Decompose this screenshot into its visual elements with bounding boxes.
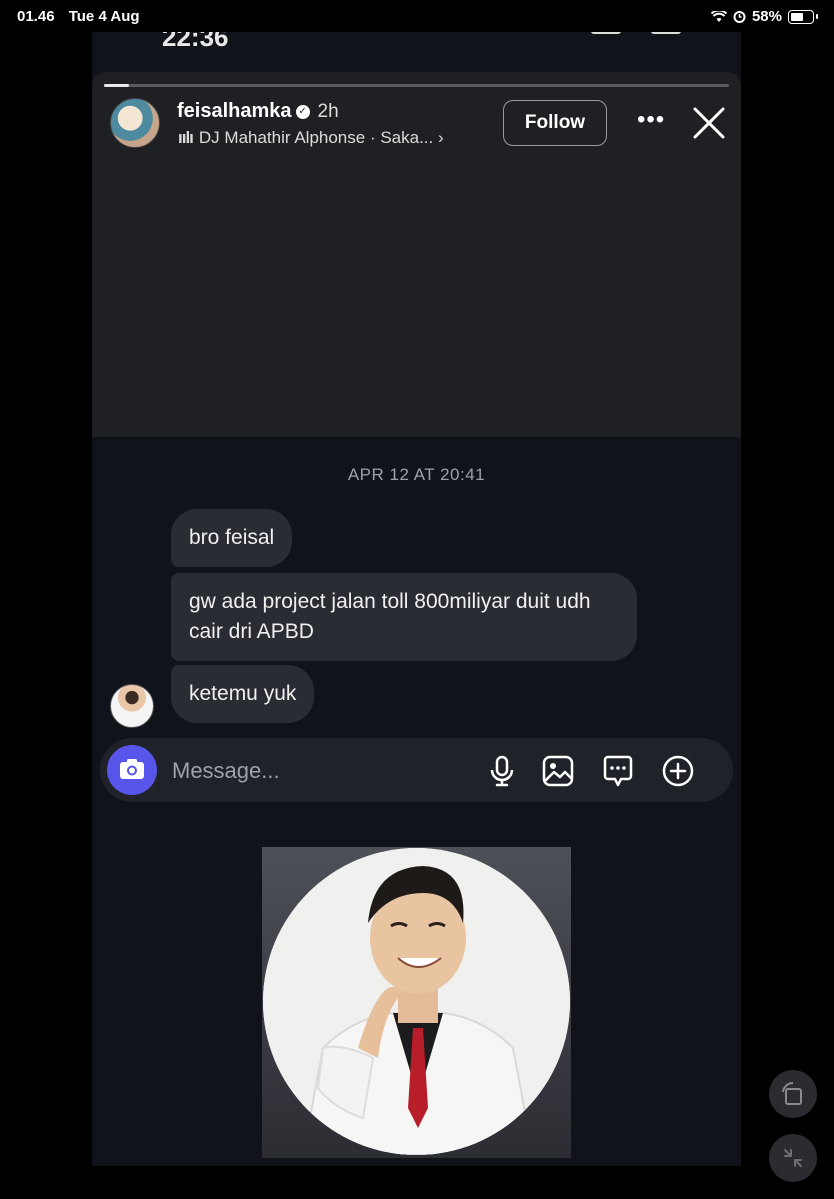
- wifi-icon: [710, 10, 727, 22]
- microphone-icon[interactable]: [485, 754, 519, 788]
- message-bubble[interactable]: gw ada project jalan toll 800miliyar dui…: [171, 573, 637, 661]
- clipped-status-icons: [591, 32, 681, 34]
- story-time-ago: 2h: [317, 101, 339, 122]
- story-avatar[interactable]: [110, 98, 160, 148]
- story-username[interactable]: feisalhamka: [177, 100, 292, 122]
- clipped-time: 22:36: [162, 32, 229, 52]
- alarm-icon: [733, 11, 746, 23]
- profile-portrait: [263, 848, 570, 1155]
- minimize-button[interactable]: [769, 1134, 817, 1182]
- camera-icon: [120, 759, 144, 779]
- status-time: 01.46: [17, 8, 55, 25]
- chat-bubble-icon[interactable]: [601, 754, 635, 788]
- close-icon[interactable]: [692, 106, 726, 140]
- rotate-button[interactable]: [769, 1070, 817, 1118]
- status-left: 01.46 Tue 4 Aug: [17, 8, 150, 25]
- camera-button[interactable]: [107, 745, 157, 795]
- sender-avatar[interactable]: [110, 684, 154, 728]
- message-input[interactable]: [170, 748, 474, 794]
- chevron-right-icon: ›: [437, 128, 444, 147]
- follow-button[interactable]: Follow: [503, 100, 607, 146]
- story-music[interactable]: ıılı DJ Mahathir Alphonse · Saka... ›: [178, 128, 444, 148]
- story-progress: [104, 84, 729, 87]
- profile-photo-card[interactable]: [262, 847, 571, 1158]
- battery-tip: [816, 14, 818, 19]
- battery-icon: [788, 9, 814, 24]
- message-bubble[interactable]: ketemu yuk: [171, 665, 315, 723]
- story-header[interactable]: feisalhamka ✓ 2h: [177, 100, 339, 123]
- story-progress-fill: [104, 84, 129, 87]
- status-date: Tue 4 Aug: [68, 8, 140, 25]
- more-icon[interactable]: •••: [637, 106, 665, 134]
- minimize-icon: [784, 1149, 802, 1167]
- clipped-signal-icon: [591, 32, 621, 34]
- verified-icon: ✓: [295, 104, 310, 119]
- music-bars-icon: ıılı: [178, 128, 194, 147]
- battery-percent: 58%: [751, 8, 782, 25]
- story-frame: 22:36 feisalhamka ✓ 2h ıılı DJ Mahathir Alp…: [92, 32, 741, 1166]
- status-right: 58%: [710, 8, 818, 25]
- rotate-icon: [782, 1081, 802, 1105]
- message-bubble[interactable]: bro feisal: [171, 509, 293, 567]
- chat-timestamp: APR 12 AT 20:41: [347, 465, 486, 484]
- plus-circle-icon[interactable]: [661, 754, 695, 788]
- story-music-label: DJ Mahathir Alphonse · Saka...: [198, 128, 434, 147]
- portrait-illustration: [263, 848, 570, 1155]
- message-composer: [100, 738, 733, 802]
- story-card[interactable]: feisalhamka ✓ 2h ıılı DJ Mahathir Alphonse …: [92, 72, 741, 437]
- image-icon[interactable]: [541, 754, 575, 788]
- status-bar: 01.46 Tue 4 Aug 58%: [0, 0, 834, 32]
- clipped-battery-icon: [651, 32, 681, 34]
